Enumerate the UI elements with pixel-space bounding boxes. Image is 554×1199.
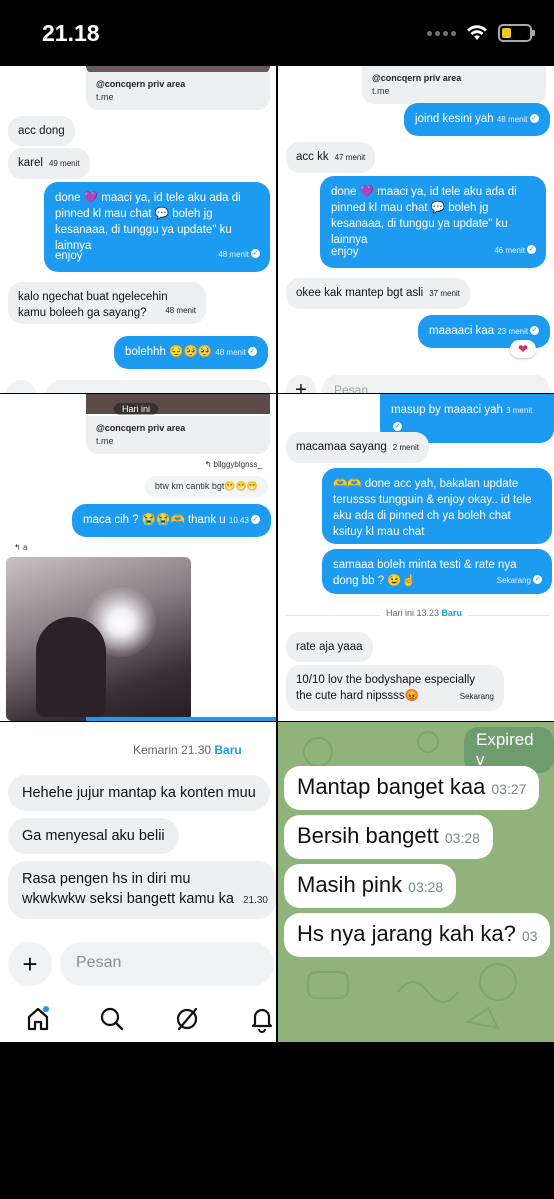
chat-screenshot-3: Hari ini @concqern priv area t.me ↰ bllg… xyxy=(0,394,276,721)
message-out: bolehhh 😔🥺🥺 48 menit ✓ xyxy=(114,336,268,369)
link-card-title: @concqern priv area xyxy=(96,423,186,433)
chat-screenshot-4: masup by maaaci yah 3 menit✓ macamaa say… xyxy=(278,394,554,721)
message-out: 🫶🫶 done acc yah, bakalan update terussss… xyxy=(322,468,552,544)
grok-icon[interactable] xyxy=(173,1005,201,1033)
telegram-message: Hs nya jarang kah ka? 03 xyxy=(284,913,551,957)
message-out: done 💜 maaci ya, id tele aku ada di pinn… xyxy=(44,182,270,272)
compose-input[interactable]: Pesan xyxy=(322,375,550,393)
link-card-sub: t.me xyxy=(372,86,390,96)
compose-input[interactable]: Pesan xyxy=(60,942,274,986)
reply-quote: btw km cantik bgt😁😁😁 xyxy=(144,476,268,497)
chat-screenshot-6: Expired v Mantap banget kaa 03:27 Bersih … xyxy=(278,722,554,1042)
message-in: 10/10 lov the bodyshape especially the c… xyxy=(286,665,504,711)
message-out: samaaa boleh minta testi & rate nya dong… xyxy=(322,549,552,594)
chat-screenshot-1: @concqern priv area t.me acc dong karel 4… xyxy=(0,66,276,393)
bottom-area xyxy=(0,1042,554,1199)
telegram-message: Masih pink 03:28 xyxy=(284,864,457,908)
scroll-indicator xyxy=(86,717,276,721)
link-card[interactable]: @concqern priv area t.me xyxy=(86,72,270,110)
message-out: joind kesini yah 48 menit ✓ xyxy=(404,103,550,136)
chat-screenshot-5: Kemarin 21.30 Baru Hehehe jujur mantap k… xyxy=(0,722,276,1042)
chat-screenshot-2: @concqern priv area t.me joind kesini ya… xyxy=(278,66,554,393)
search-icon[interactable] xyxy=(98,1005,126,1033)
reply-header: ↰ a xyxy=(14,543,28,552)
photo-attachment[interactable] xyxy=(6,557,191,721)
message-in: karel 49 menit xyxy=(8,148,90,179)
bell-icon[interactable] xyxy=(248,1005,276,1033)
plus-button[interactable]: + xyxy=(8,942,52,986)
status-bar: 21.18 xyxy=(0,0,554,66)
status-icons xyxy=(427,24,535,42)
plus-button[interactable]: + xyxy=(286,375,316,393)
link-card-title: @concqern priv area xyxy=(372,73,462,83)
link-card[interactable]: @concqern priv area t.me xyxy=(86,416,270,454)
reply-header: ↰ bllggyblgnss_ xyxy=(204,460,262,469)
compose-bar: + Pesan xyxy=(8,942,274,986)
message-in: Rasa pengen hs in diri mu wkwkwkw seksi … xyxy=(8,861,276,919)
link-card-sub: t.me xyxy=(96,92,114,102)
message-in: Hehehe jujur mantap ka konten muu xyxy=(8,775,270,811)
compose-input[interactable] xyxy=(46,380,272,393)
link-card-title: @concqern priv area xyxy=(96,79,186,89)
heart-reaction-icon[interactable]: ❤ xyxy=(510,340,536,358)
home-icon[interactable] xyxy=(24,1005,52,1033)
message-in: rate aja yaaa xyxy=(286,632,373,662)
telegram-message: Bersih bangett 03:28 xyxy=(284,815,493,859)
message-in: macamaa sayang 2 menit xyxy=(286,432,430,463)
message-in: okee kak mantep bgt asli 37 menit xyxy=(286,278,470,309)
plus-button[interactable] xyxy=(6,380,36,393)
message-out: maca cih ? 😭😭🫶 thank u 10.43 ✓ xyxy=(72,504,271,537)
message-in: kalo ngechat buat ngelecehin kamu boleeh… xyxy=(8,282,206,324)
time-divider: Hari ini 13.23 Baru xyxy=(380,608,469,618)
message-out: done 💜 maaci ya, id tele aku ada di pinn… xyxy=(320,176,546,268)
message-in: Ga menyesal aku belii xyxy=(8,818,179,854)
time-divider: Kemarin 21.30 Baru xyxy=(133,743,242,757)
link-card[interactable]: @concqern priv area t.me xyxy=(362,66,546,104)
day-label: Hari ini xyxy=(114,403,159,415)
status-time: 21.18 xyxy=(42,20,100,46)
telegram-message: Mantap banget kaa 03:27 xyxy=(284,766,540,810)
signal-icon xyxy=(427,30,456,36)
message-in: acc dong xyxy=(8,116,75,146)
wifi-icon xyxy=(467,25,487,40)
message-in: acc kk 47 menit xyxy=(286,142,376,173)
battery-icon xyxy=(498,24,535,42)
link-card-sub: t.me xyxy=(96,436,114,446)
